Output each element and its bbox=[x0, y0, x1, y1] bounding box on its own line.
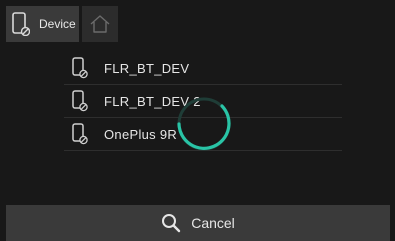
device-name: FLR_BT_DEV bbox=[104, 60, 190, 76]
device-tab[interactable]: Device bbox=[6, 6, 79, 42]
phone-disconnected-icon bbox=[72, 123, 88, 145]
device-name: OnePlus 9R bbox=[104, 126, 178, 142]
phone-disconnected-icon bbox=[12, 12, 30, 36]
search-icon bbox=[162, 214, 181, 233]
loading-spinner bbox=[177, 97, 231, 151]
phone-disconnected-icon bbox=[72, 57, 88, 79]
home-button[interactable] bbox=[82, 6, 118, 42]
home-icon bbox=[90, 15, 110, 33]
device-tab-label: Device bbox=[39, 17, 76, 31]
top-bar: Device bbox=[0, 0, 395, 42]
bluetooth-device-search-screen: Device FLR_BT_DEV FLR_BT_DEV 2 OnePlus 9R … bbox=[0, 0, 395, 241]
cancel-button[interactable]: Cancel bbox=[6, 205, 390, 241]
phone-disconnected-icon bbox=[72, 90, 88, 112]
cancel-label: Cancel bbox=[191, 215, 235, 231]
device-list-item[interactable]: FLR_BT_DEV bbox=[64, 52, 342, 85]
